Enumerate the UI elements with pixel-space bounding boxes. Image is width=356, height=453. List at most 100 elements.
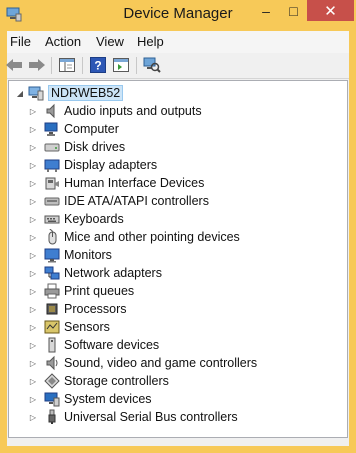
status-bar	[7, 439, 349, 446]
expand-chevron-icon[interactable]: ▷	[28, 196, 38, 206]
tree-item-label: Monitors	[64, 248, 112, 262]
monitor-icon	[44, 247, 60, 263]
tree-item[interactable]: ▷ Processors	[28, 300, 127, 318]
show-hide-console-tree-icon[interactable]	[57, 56, 77, 74]
forward-arrow-icon[interactable]	[27, 56, 47, 74]
storage-controller-icon	[44, 373, 60, 389]
mouse-icon	[44, 228, 60, 245]
menu-view[interactable]: View	[96, 34, 124, 49]
toolbar-separator	[82, 57, 83, 74]
scan-hardware-changes-icon[interactable]	[142, 56, 162, 74]
close-button[interactable]: ✕	[307, 0, 354, 21]
computer-icon	[28, 85, 44, 101]
tree-item[interactable]: ▷ Sensors	[28, 318, 110, 336]
tree-root[interactable]: ◢ NDRWEB52	[15, 84, 124, 102]
tree-item-label: System devices	[64, 392, 152, 406]
sensor-icon	[44, 319, 60, 335]
disk-drive-icon	[44, 139, 60, 155]
expand-chevron-icon[interactable]: ▷	[28, 106, 38, 116]
computer-icon	[44, 121, 60, 137]
expand-chevron-icon[interactable]: ▷	[28, 268, 38, 278]
tree-item[interactable]: ▷ System devices	[28, 390, 152, 408]
tree-item[interactable]: ▷ Sound, video and game controllers	[28, 354, 257, 372]
expand-chevron-icon[interactable]: ▷	[28, 322, 38, 332]
tree-item[interactable]: ▷ Disk drives	[28, 138, 125, 156]
tree-item[interactable]: ▷ Human Interface Devices	[28, 174, 204, 192]
help-icon[interactable]: ?	[88, 56, 108, 74]
tree-item[interactable]: ▷ Mice and other pointing devices	[28, 228, 240, 246]
expand-chevron-icon[interactable]: ▷	[28, 358, 38, 368]
usb-icon	[44, 409, 60, 425]
toolbar-separator	[136, 57, 137, 74]
device-manager-window: Device Manager – □ ✕ File Action View He…	[0, 0, 356, 453]
system-device-icon	[44, 391, 60, 407]
minimize-button[interactable]: –	[252, 0, 280, 21]
expand-chevron-icon[interactable]: ▷	[28, 178, 38, 188]
ide-controller-icon	[44, 193, 60, 209]
tree-item-label: Print queues	[64, 284, 135, 298]
tree-item-label: Display adapters	[64, 158, 158, 172]
tree-item[interactable]: ▷ Display adapters	[28, 156, 157, 174]
menu-help[interactable]: Help	[137, 34, 164, 49]
tree-item-label: Universal Serial Bus controllers	[64, 410, 238, 424]
tree-item[interactable]: ▷ Monitors	[28, 246, 112, 264]
tree-item-label: Sound, video and game controllers	[64, 356, 258, 370]
human-interface-device-icon	[44, 175, 60, 191]
tree-item[interactable]: ▷ IDE ATA/ATAPI controllers	[28, 192, 209, 210]
tree-item[interactable]: ▷ Universal Serial Bus controllers	[28, 408, 238, 426]
display-adapter-icon	[44, 157, 60, 173]
tree-item[interactable]: ▷ Audio inputs and outputs	[28, 102, 202, 120]
tree-item-label: Sensors	[64, 320, 110, 334]
network-adapter-icon	[44, 265, 60, 281]
expand-chevron-icon[interactable]: ▷	[28, 124, 38, 134]
toolbar-separator	[51, 57, 52, 74]
expand-chevron-icon[interactable]: ▷	[28, 304, 38, 314]
expand-chevron-icon[interactable]: ▷	[28, 142, 38, 152]
menu-action[interactable]: Action	[45, 34, 81, 49]
processor-icon	[44, 301, 60, 317]
expand-chevron-icon[interactable]: ▷	[28, 232, 38, 242]
tree-item-label: IDE ATA/ATAPI controllers	[64, 194, 209, 208]
toolbar: ?	[4, 53, 349, 79]
tree-root-label[interactable]: NDRWEB52	[48, 85, 124, 101]
expand-chevron-icon[interactable]: ▷	[28, 412, 38, 422]
collapse-chevron-icon[interactable]: ◢	[15, 88, 25, 98]
expand-chevron-icon[interactable]: ▷	[28, 286, 38, 296]
expand-chevron-icon[interactable]: ▷	[28, 394, 38, 404]
expand-chevron-icon[interactable]: ▷	[28, 160, 38, 170]
tree-item-label: Keyboards	[64, 212, 124, 226]
tree-item[interactable]: ▷ Keyboards	[28, 210, 124, 228]
tree-item[interactable]: ▷ Computer	[28, 120, 119, 138]
client-area: File Action View Help ? ◢ NDRWEB52 ▷ Aud…	[4, 31, 349, 446]
menu-file[interactable]: File	[10, 34, 31, 49]
tree-item-label: Disk drives	[64, 140, 126, 154]
menu-bar: File Action View Help	[7, 31, 349, 53]
expand-chevron-icon[interactable]: ▷	[28, 250, 38, 260]
action-pane-icon[interactable]	[111, 56, 131, 74]
tree-item-label: Software devices	[64, 338, 160, 352]
expand-chevron-icon[interactable]: ▷	[28, 340, 38, 350]
tree-item-label: Human Interface Devices	[64, 176, 205, 190]
tree-item[interactable]: ▷ Software devices	[28, 336, 159, 354]
title-bar[interactable]: Device Manager – □ ✕	[0, 0, 356, 31]
tree-item-label: Processors	[64, 302, 127, 316]
tree-item-label: Network adapters	[64, 266, 162, 280]
tree-item-label: Mice and other pointing devices	[64, 230, 240, 244]
svg-text:?: ?	[94, 59, 101, 73]
tree-item[interactable]: ▷ Network adapters	[28, 264, 162, 282]
printer-icon	[44, 283, 60, 299]
sound-icon	[44, 355, 60, 371]
maximize-button[interactable]: □	[280, 0, 307, 21]
device-tree[interactable]: ◢ NDRWEB52 ▷ Audio inputs and outputs ▷ Com…	[8, 80, 348, 438]
tree-item-label: Storage controllers	[64, 374, 169, 388]
back-arrow-icon[interactable]	[4, 56, 24, 74]
tree-item-label: Computer	[64, 122, 119, 136]
tree-item[interactable]: ▷ Storage controllers	[28, 372, 169, 390]
software-device-icon	[44, 337, 60, 353]
expand-chevron-icon[interactable]: ▷	[28, 214, 38, 224]
audio-icon	[44, 103, 60, 119]
expand-chevron-icon[interactable]: ▷	[28, 376, 38, 386]
tree-item-label: Audio inputs and outputs	[64, 104, 202, 118]
keyboard-icon	[44, 211, 60, 227]
tree-item[interactable]: ▷ Print queues	[28, 282, 134, 300]
